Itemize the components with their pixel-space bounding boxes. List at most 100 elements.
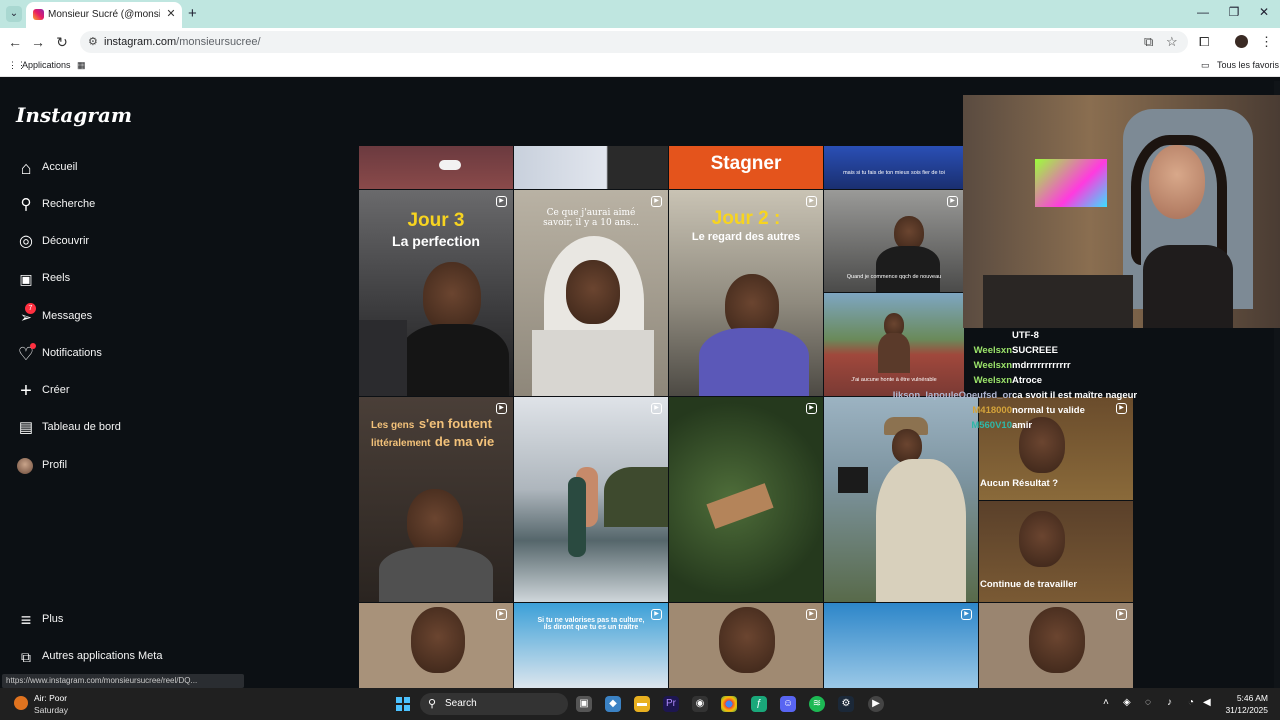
post-tile[interactable]: ▶	[669, 397, 823, 602]
post-subtitle: Le regard des autres	[691, 231, 801, 243]
bookmark-all-favorites[interactable]: Tous les favoris	[1217, 60, 1279, 70]
chat-message: Iikson_lapouleOoeufsd_or ca svoit il est …	[893, 390, 1140, 405]
post-tile[interactable]: ▶	[669, 603, 823, 688]
taskbar-search[interactable]: ⚲ Search	[420, 693, 568, 715]
reel-icon: ▶	[1116, 609, 1127, 620]
post-tile[interactable]: ▶ Jour 3 La perfection	[359, 190, 513, 396]
overlay-text: Aucun Résultat ?	[980, 478, 1059, 489]
wifi-icon[interactable]: ◔	[1188, 697, 1194, 708]
steam-icon[interactable]: ⚙	[838, 696, 854, 712]
chat-text: normal tu valide	[1012, 405, 1085, 416]
minimize-button[interactable]: —	[1193, 5, 1213, 19]
person-face	[407, 489, 463, 555]
nav-home[interactable]: ⌂ Accueil	[16, 158, 316, 182]
post-tile[interactable]: ▶	[824, 603, 978, 688]
nav-meta-apps[interactable]: ⧉ Autres applications Meta	[16, 647, 316, 671]
nav-profile[interactable]: Profil	[16, 456, 316, 480]
post-tile[interactable]: ▶	[514, 397, 668, 602]
premiere-pro-icon[interactable]: Pr	[663, 696, 679, 712]
address-bar[interactable]: ⚙ instagram.com/monsieursucree/ ⧉ ☆	[80, 31, 1188, 53]
stream-chat: UTF-8 Weelsxn SUCREEE Weelsxn mdrrrrrrrrrr…	[893, 330, 1140, 435]
nav-messages[interactable]: ➢ 7 Messages	[16, 303, 316, 331]
nav-label: Notifications	[42, 347, 102, 359]
weather-day: Saturday	[34, 705, 69, 715]
extensions-icon[interactable]: ⧠	[1199, 34, 1209, 50]
post-tile[interactable]: ▶ Quand je commence qqch de nouveau	[824, 190, 964, 292]
chrome-menu-icon[interactable]: ⋮	[1260, 34, 1273, 50]
post-tile[interactable]: Stagner	[669, 146, 823, 189]
post-tile[interactable]	[514, 146, 668, 189]
nav-search[interactable]: ⚲ Recherche	[16, 195, 316, 219]
post-title: Jour 3	[407, 210, 465, 231]
post-tile[interactable]: ▶ Jour 2 : Le regard des autres	[669, 190, 823, 396]
microphone-icon[interactable]: ♪	[1167, 697, 1172, 708]
nav-notifications[interactable]: ♡ Notifications	[16, 343, 316, 368]
task-view-icon[interactable]: ▣	[576, 696, 592, 712]
browser-tab[interactable]: Monsieur Sucré (@monsieursucree) ✕	[26, 2, 182, 28]
tray-app-icon[interactable]: ◌	[1145, 697, 1151, 708]
tab-groups-icon[interactable]: ▦	[77, 60, 86, 71]
person-face	[411, 607, 465, 673]
url-text[interactable]: instagram.com/monsieursucree/	[104, 36, 261, 48]
compass-icon: ◎	[19, 233, 33, 250]
tab-close-icon[interactable]: ✕	[165, 7, 177, 20]
chat-text: amir	[1012, 420, 1033, 431]
post-tile[interactable]: mais si tu fais de ton mieux sois fier d…	[824, 146, 964, 189]
file-explorer-icon[interactable]: ▬	[634, 696, 650, 712]
post-tile[interactable]: ▶	[979, 603, 1133, 688]
widgets-app-icon[interactable]: ◆	[605, 696, 621, 712]
forward-button[interactable]: →	[30, 34, 46, 50]
chat-message: UTF-8	[900, 330, 1140, 345]
reload-button[interactable]: ↻	[54, 34, 70, 51]
post-tile[interactable]: ▶ Si tu ne valorises pas ta culture, ils…	[514, 603, 668, 688]
overlay-text: Continue de travailler	[980, 579, 1078, 590]
tab-search-button[interactable]: ⌄	[6, 6, 22, 22]
obs-icon[interactable]: ◉	[692, 696, 708, 712]
chat-username: Weelsxn	[973, 345, 1012, 356]
tray-app-icon[interactable]: ◈	[1123, 697, 1131, 708]
instagram-favicon-icon	[33, 9, 44, 20]
weather-icon[interactable]	[14, 696, 28, 710]
spotify-icon[interactable]: ≋	[809, 696, 825, 712]
meta-apps-icon: ⧉	[21, 649, 31, 665]
chat-message: Weelsxn Atroce	[900, 375, 1140, 390]
nav-dashboard[interactable]: ▤ Tableau de bord	[16, 418, 316, 442]
post-tile[interactable]: ▶ Ce que j'aurai aimé savoir, il y a 10 …	[514, 190, 668, 396]
clock-date[interactable]: 31/12/2025	[1216, 705, 1268, 715]
chrome-icon[interactable]	[721, 696, 737, 712]
nav-label: Messages	[42, 310, 93, 322]
media-player-icon[interactable]: ▶	[868, 696, 884, 712]
volume-icon[interactable]: ◀	[1203, 697, 1211, 708]
discord-icon[interactable]: ☺	[780, 696, 796, 712]
restore-button[interactable]: ❐	[1224, 5, 1244, 19]
nav-reels[interactable]: ▣ Reels	[16, 269, 316, 293]
app-icon[interactable]: ƒ	[751, 696, 767, 712]
back-button[interactable]: ←	[7, 34, 23, 50]
weather-status[interactable]: Air: Poor	[34, 693, 67, 703]
new-tab-button[interactable]: +	[188, 5, 197, 22]
install-app-icon[interactable]: ⧉	[1144, 34, 1153, 50]
nav-explore[interactable]: ◎ Découvrir	[16, 232, 316, 256]
clock-time[interactable]: 5:46 AM	[1226, 693, 1268, 703]
chrome-profile-avatar[interactable]	[1235, 35, 1248, 48]
bookmark-applications[interactable]: Applications	[22, 60, 71, 70]
instagram-logo[interactable]: Instagram	[16, 103, 132, 127]
post-tile[interactable]: ▶	[359, 603, 513, 688]
site-info-icon[interactable]: ⚙	[88, 35, 98, 48]
bookmark-star-icon[interactable]: ☆	[1166, 34, 1178, 50]
nav-create[interactable]: + Créer	[16, 381, 316, 405]
nav-label: Recherche	[42, 198, 96, 210]
post-tile[interactable]	[359, 146, 513, 189]
post-tile[interactable]: ▶ Les gens s'en foutent littéralement de…	[359, 397, 513, 602]
person-body	[379, 547, 493, 602]
tray-overflow-icon[interactable]: ˄	[1103, 697, 1109, 708]
person-body	[532, 330, 654, 396]
windows-start-icon[interactable]	[396, 697, 410, 711]
post-caption-part: de ma vie	[434, 434, 495, 449]
nav-label: Reels	[42, 272, 71, 284]
close-window-button[interactable]: ✕	[1254, 5, 1274, 19]
nav-label: Plus	[42, 613, 64, 625]
plus-icon: +	[20, 380, 32, 402]
dashboard-icon: ▤	[18, 419, 34, 436]
nav-more[interactable]: ≡ Plus	[16, 610, 316, 634]
